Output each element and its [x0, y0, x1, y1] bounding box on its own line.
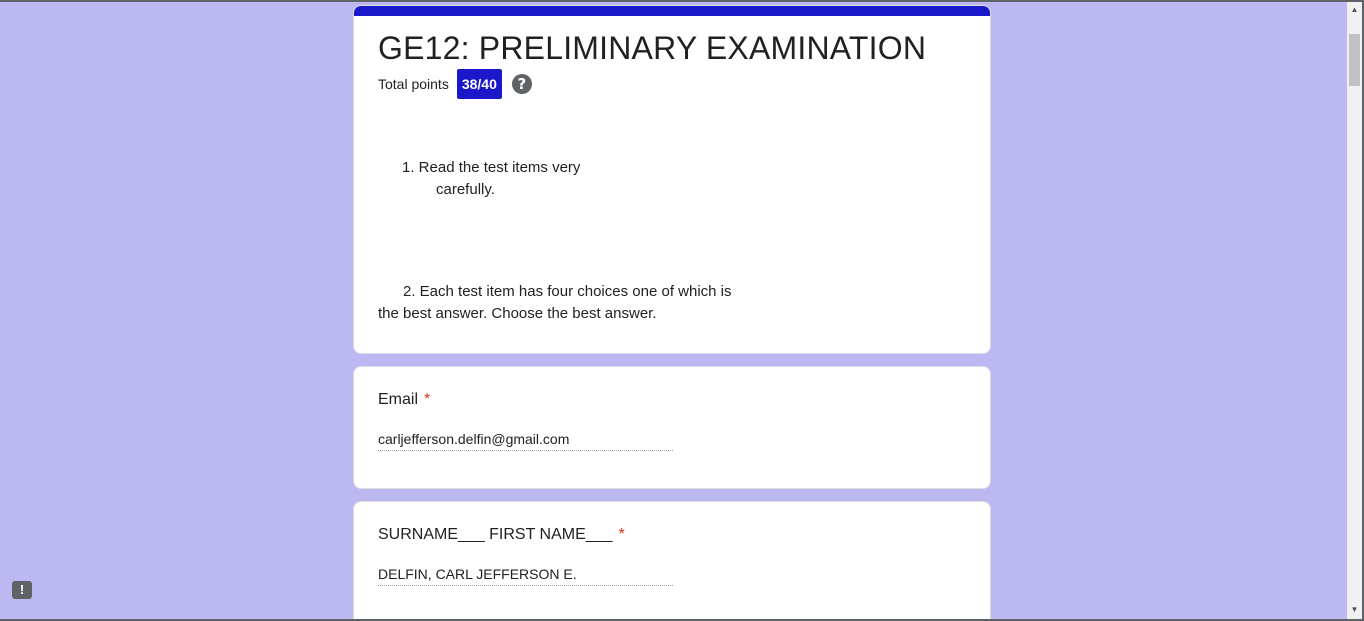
- total-points-label: Total points: [378, 76, 449, 92]
- instruction-2-line-1: 2. Each test item has four choices one o…: [403, 283, 732, 300]
- scrollbar-thumb[interactable]: [1349, 34, 1360, 86]
- total-points-row: Total points 38/40 ?: [378, 69, 532, 99]
- question-label: SURNAME___ FIRST NAME___: [378, 526, 613, 543]
- form-header-card: GE12: PRELIMINARY EXAMINATION Total poin…: [353, 5, 991, 354]
- report-problem-icon[interactable]: !: [12, 581, 32, 599]
- window-top-border: [0, 0, 1364, 2]
- header-accent-bar: [354, 6, 990, 16]
- instruction-1-line-2: carefully.: [436, 181, 495, 198]
- help-icon[interactable]: ?: [511, 74, 532, 94]
- score-badge: 38/40: [456, 69, 502, 99]
- vertical-scrollbar[interactable]: ▲ ▼: [1347, 2, 1362, 619]
- scroll-up-arrow-icon[interactable]: ▲: [1347, 2, 1362, 17]
- instruction-1-line-1: 1. Read the test items very: [402, 159, 581, 176]
- question-card-email: Email * carljefferson.delfin@gmail.com: [353, 366, 991, 489]
- question-title: Email *: [378, 391, 430, 409]
- scroll-down-arrow-icon[interactable]: ▼: [1347, 602, 1362, 617]
- question-label: Email: [378, 391, 419, 408]
- form-title: GE12: PRELIMINARY EXAMINATION: [378, 30, 927, 66]
- required-asterisk: *: [424, 391, 431, 408]
- question-title: SURNAME___ FIRST NAME___ *: [378, 526, 625, 544]
- name-answer: DELFIN, CARL JEFFERSON E.: [378, 566, 673, 586]
- instruction-2-line-2: the best answer. Choose the best answer.: [378, 305, 657, 322]
- question-card-name: SURNAME___ FIRST NAME___ * DELFIN, CARL J…: [353, 501, 991, 621]
- email-answer: carljefferson.delfin@gmail.com: [378, 431, 673, 451]
- required-asterisk: *: [618, 526, 625, 543]
